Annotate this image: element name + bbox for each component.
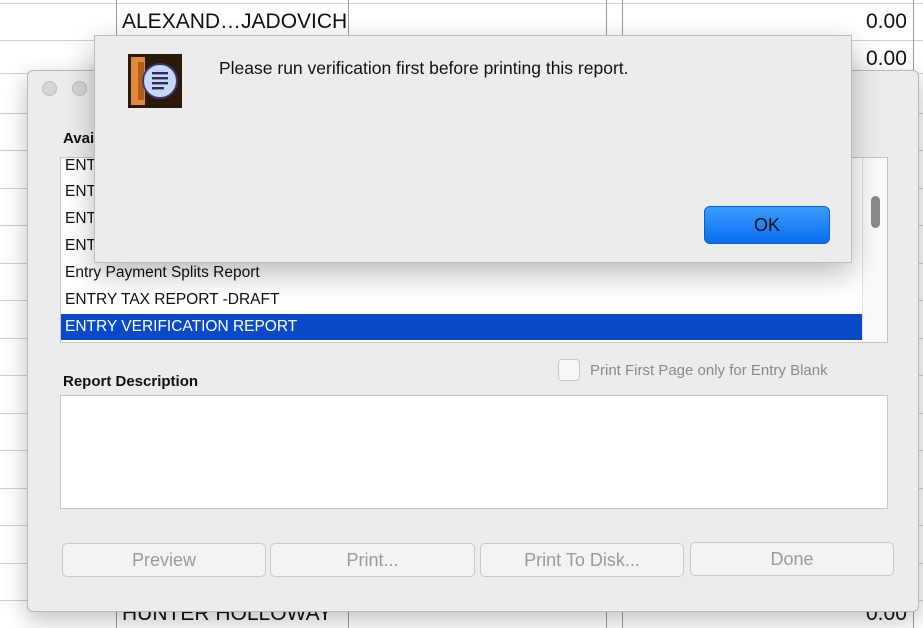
print-first-page-checkbox[interactable] xyxy=(558,359,580,381)
print-first-page-label: Print First Page only for Entry Blank xyxy=(590,362,828,379)
app-icon xyxy=(128,54,182,108)
window-close-button[interactable] xyxy=(42,81,57,96)
report-description-box xyxy=(60,395,888,509)
bg-name-cell: ALEXAND…JADOVICH xyxy=(122,10,348,33)
print-to-disk-button[interactable]: Print To Disk... xyxy=(480,543,684,577)
preview-button[interactable]: Preview xyxy=(62,543,266,577)
window-minimize-button[interactable] xyxy=(72,81,87,96)
bg-amount-cell: 0.00 xyxy=(866,47,907,70)
report-list-item[interactable]: ENTRY TAX REPORT -DRAFT xyxy=(61,287,865,313)
report-list-item[interactable]: Entry Payment Splits Report xyxy=(61,260,865,286)
print-button[interactable]: Print... xyxy=(270,543,475,577)
report-description-label: Report Description xyxy=(63,373,199,390)
available-reports-label: Avai xyxy=(63,130,95,147)
verification-alert: Please run verification first before pri… xyxy=(94,35,852,263)
scrollbar-thumb[interactable] xyxy=(871,196,880,228)
report-list-scrollbar[interactable] xyxy=(862,158,887,342)
alert-message: Please run verification first before pri… xyxy=(219,58,629,78)
done-button[interactable]: Done xyxy=(690,542,894,576)
bg-amount-cell: 0.00 xyxy=(866,10,907,33)
ok-button[interactable]: OK xyxy=(704,206,830,244)
report-list-item-selected[interactable]: ENTRY VERIFICATION REPORT xyxy=(61,314,865,340)
